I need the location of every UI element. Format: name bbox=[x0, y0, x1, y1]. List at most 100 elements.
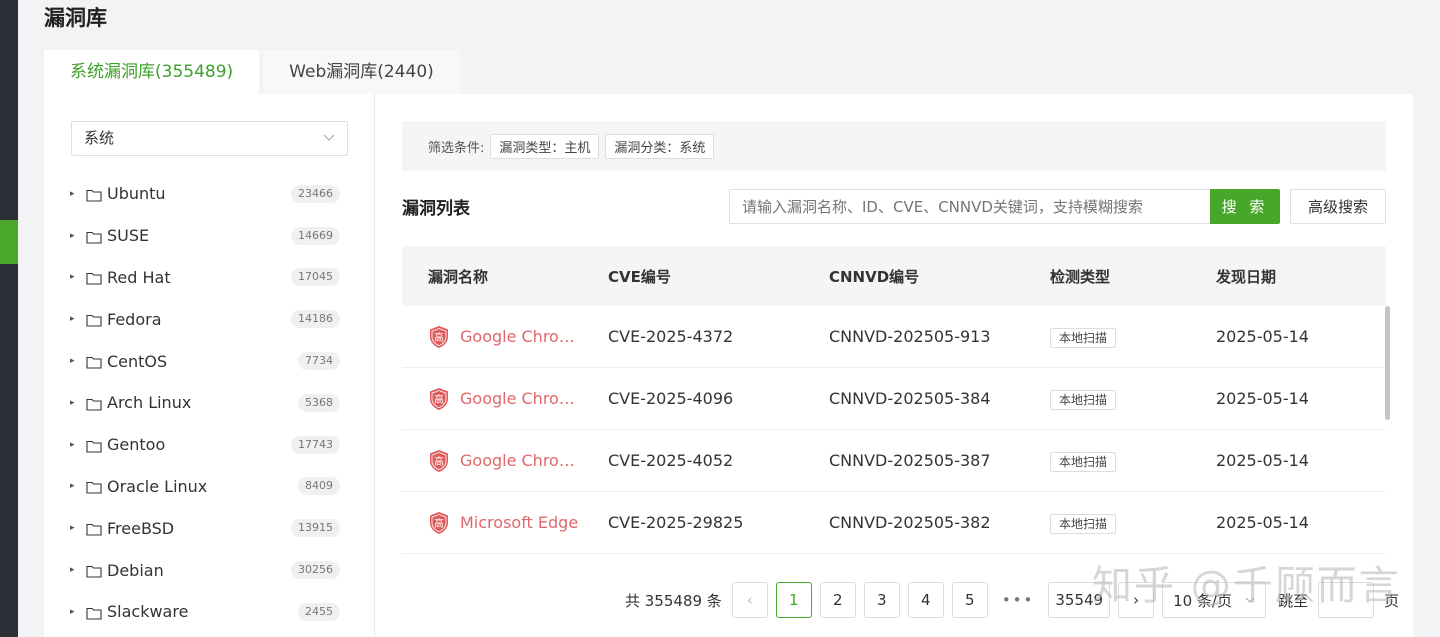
caret-right-icon[interactable]: ▸ bbox=[70, 272, 80, 282]
search-button[interactable]: 搜 索 bbox=[1210, 189, 1280, 224]
caret-right-icon[interactable]: ▸ bbox=[70, 356, 80, 366]
search-input[interactable] bbox=[729, 189, 1210, 224]
total-count: 共 355489 条 bbox=[625, 591, 722, 610]
filter-bar: 筛选条件: 漏洞类型：主机 漏洞分类：系统 bbox=[402, 121, 1386, 171]
cell-date: 2025-05-14 bbox=[1216, 451, 1309, 470]
table-row[interactable]: 高 Google Chromium CVE-2025-4052 CNNVD-20250… bbox=[402, 430, 1386, 492]
list-title: 漏洞列表 bbox=[402, 199, 470, 219]
severity-label: 高 bbox=[434, 455, 444, 468]
page-3-button[interactable]: 3 bbox=[863, 582, 900, 618]
detection-type-tag: 本地扫描 bbox=[1050, 452, 1117, 472]
cell-cnnvd: CNNVD-202505-387 bbox=[829, 451, 991, 470]
column-header-date: 发现日期 bbox=[1216, 267, 1277, 286]
folder-icon bbox=[86, 563, 102, 578]
tree-item[interactable]: ▸ Red Hat 17045 bbox=[70, 257, 340, 299]
caret-right-icon[interactable]: ▸ bbox=[70, 440, 80, 450]
page-1-button[interactable]: 1 bbox=[775, 582, 812, 618]
cell-cve: CVE-2025-4096 bbox=[608, 389, 734, 408]
prev-page-button[interactable]: ‹ bbox=[731, 582, 768, 618]
vuln-name-link[interactable]: Google Chromium bbox=[460, 451, 584, 470]
cell-cve: CVE-2025-4372 bbox=[608, 327, 734, 346]
table-row[interactable]: 高 Google Chromium CVE-2025-4096 CNNVD-20250… bbox=[402, 368, 1386, 430]
page-2-button[interactable]: 2 bbox=[819, 582, 856, 618]
folder-icon bbox=[86, 479, 102, 495]
cell-type: 本地扫描 bbox=[1050, 451, 1216, 472]
tree-item-count: 23466 bbox=[291, 184, 340, 203]
tree-item[interactable]: ▸ Arch Linux 5368 bbox=[70, 382, 340, 424]
caret-right-icon[interactable]: ▸ bbox=[70, 314, 80, 324]
table-row[interactable]: 高 Microsoft Edge CVE-2025-29825 CNNVD-20250… bbox=[402, 492, 1386, 554]
detection-type-tag: 本地扫描 bbox=[1050, 514, 1117, 534]
category-select[interactable]: 系统 bbox=[71, 121, 348, 156]
table-row[interactable]: 高 Google Chromium CVE-2025-4372 CNNVD-20250… bbox=[402, 306, 1386, 368]
caret-right-icon[interactable]: ▸ bbox=[70, 523, 80, 533]
shield-icon: 高 bbox=[428, 449, 450, 473]
page-title: 漏洞库 bbox=[44, 6, 107, 30]
tab-system-vulns[interactable]: 系统漏洞库(355489) bbox=[44, 50, 260, 94]
tree-item[interactable]: ▸ Debian 30256 bbox=[70, 549, 340, 591]
page-5-button[interactable]: 5 bbox=[951, 582, 988, 618]
filter-tag-type[interactable]: 漏洞类型：主机 bbox=[490, 133, 600, 159]
folder-icon bbox=[86, 354, 102, 369]
cell-cnnvd: CNNVD-202505-913 bbox=[829, 327, 991, 346]
folder-icon bbox=[86, 438, 102, 453]
column-header-cve: CVE编号 bbox=[608, 267, 671, 286]
filter-tag-category[interactable]: 漏洞分类：系统 bbox=[605, 133, 715, 159]
folder-icon bbox=[86, 270, 102, 286]
caret-right-icon[interactable]: ▸ bbox=[70, 189, 80, 199]
watermark: 知乎 @千顾而言 bbox=[1092, 563, 1401, 609]
tree-item-count: 17743 bbox=[291, 435, 340, 454]
severity-label: 高 bbox=[434, 517, 444, 530]
caret-right-icon[interactable]: ▸ bbox=[70, 398, 80, 408]
folder-icon bbox=[86, 521, 102, 536]
cell-type: 本地扫描 bbox=[1050, 513, 1216, 534]
category-sidebar: 系统 ▸ Ubuntu 23466 ▸ SUSE 14669 ▸ Red Hat 17045 ▸ F… bbox=[44, 94, 375, 637]
tree-item[interactable]: ▸ SUSE 14669 bbox=[70, 215, 340, 257]
cell-name: 高 Google Chromium bbox=[402, 449, 608, 473]
tab-web-vulns[interactable]: Web漏洞库(2440) bbox=[263, 50, 460, 94]
more-pages-ellipsis[interactable]: ••• bbox=[995, 582, 1041, 618]
folder-icon bbox=[86, 187, 102, 202]
cell-date: 2025-05-14 bbox=[1216, 389, 1309, 408]
cell-cnnvd: CNNVD-202505-384 bbox=[829, 389, 991, 408]
tree-item-count: 13915 bbox=[291, 519, 340, 538]
table-scrollbar[interactable] bbox=[1385, 306, 1390, 420]
vuln-table: 漏洞名称 CVE编号 CNNVD编号 检测类型 发现日期 高 Google Chr… bbox=[402, 246, 1390, 554]
tree-item[interactable]: ▸ Gentoo 17743 bbox=[70, 424, 340, 466]
vuln-name-link[interactable]: Google Chromium bbox=[460, 389, 584, 408]
detection-type-tag: 本地扫描 bbox=[1050, 390, 1117, 410]
caret-right-icon[interactable]: ▸ bbox=[70, 231, 80, 241]
cell-name: 高 Google Chromium bbox=[402, 387, 608, 411]
folder-icon bbox=[86, 229, 102, 244]
tree-item[interactable]: ▸ Slackware 2455 bbox=[70, 591, 340, 633]
cell-date: 2025-05-14 bbox=[1216, 513, 1309, 532]
tree-item-count: 14186 bbox=[291, 310, 340, 329]
column-header-name: 漏洞名称 bbox=[428, 267, 489, 286]
cell-cve: CVE-2025-4052 bbox=[608, 451, 734, 470]
cell-date: 2025-05-14 bbox=[1216, 327, 1309, 346]
nav-active-indicator[interactable] bbox=[0, 220, 18, 264]
os-tree: ▸ Ubuntu 23466 ▸ SUSE 14669 ▸ Red Hat 17045 ▸ Fedo… bbox=[70, 173, 340, 633]
column-header-type: 检测类型 bbox=[1050, 267, 1111, 286]
severity-label: 高 bbox=[434, 331, 444, 344]
caret-right-icon[interactable]: ▸ bbox=[70, 607, 80, 617]
advanced-search-button[interactable]: 高级搜索 bbox=[1290, 189, 1386, 224]
caret-right-icon[interactable]: ▸ bbox=[70, 565, 80, 575]
cell-cnnvd: CNNVD-202505-382 bbox=[829, 513, 991, 532]
column-header-cnnvd: CNNVD编号 bbox=[829, 267, 920, 286]
left-navigation-rail bbox=[0, 0, 18, 637]
vuln-name-link[interactable]: Google Chromium bbox=[460, 327, 584, 346]
vuln-name-link[interactable]: Microsoft Edge bbox=[460, 513, 584, 532]
tree-item[interactable]: ▸ Oracle Linux 8409 bbox=[70, 466, 340, 508]
tree-item-count: 2455 bbox=[298, 602, 340, 621]
tree-item[interactable]: ▸ Ubuntu 23466 bbox=[70, 173, 340, 215]
page-4-button[interactable]: 4 bbox=[907, 582, 944, 618]
category-select-value: 系统 bbox=[84, 129, 115, 147]
tree-item[interactable]: ▸ CentOS 7734 bbox=[70, 340, 340, 382]
severity-label: 高 bbox=[434, 393, 444, 406]
caret-right-icon[interactable]: ▸ bbox=[70, 481, 80, 491]
folder-icon bbox=[86, 312, 102, 327]
chevron-down-icon bbox=[323, 122, 335, 168]
tree-item[interactable]: ▸ Fedora 14186 bbox=[70, 298, 340, 340]
tree-item[interactable]: ▸ FreeBSD 13915 bbox=[70, 507, 340, 549]
